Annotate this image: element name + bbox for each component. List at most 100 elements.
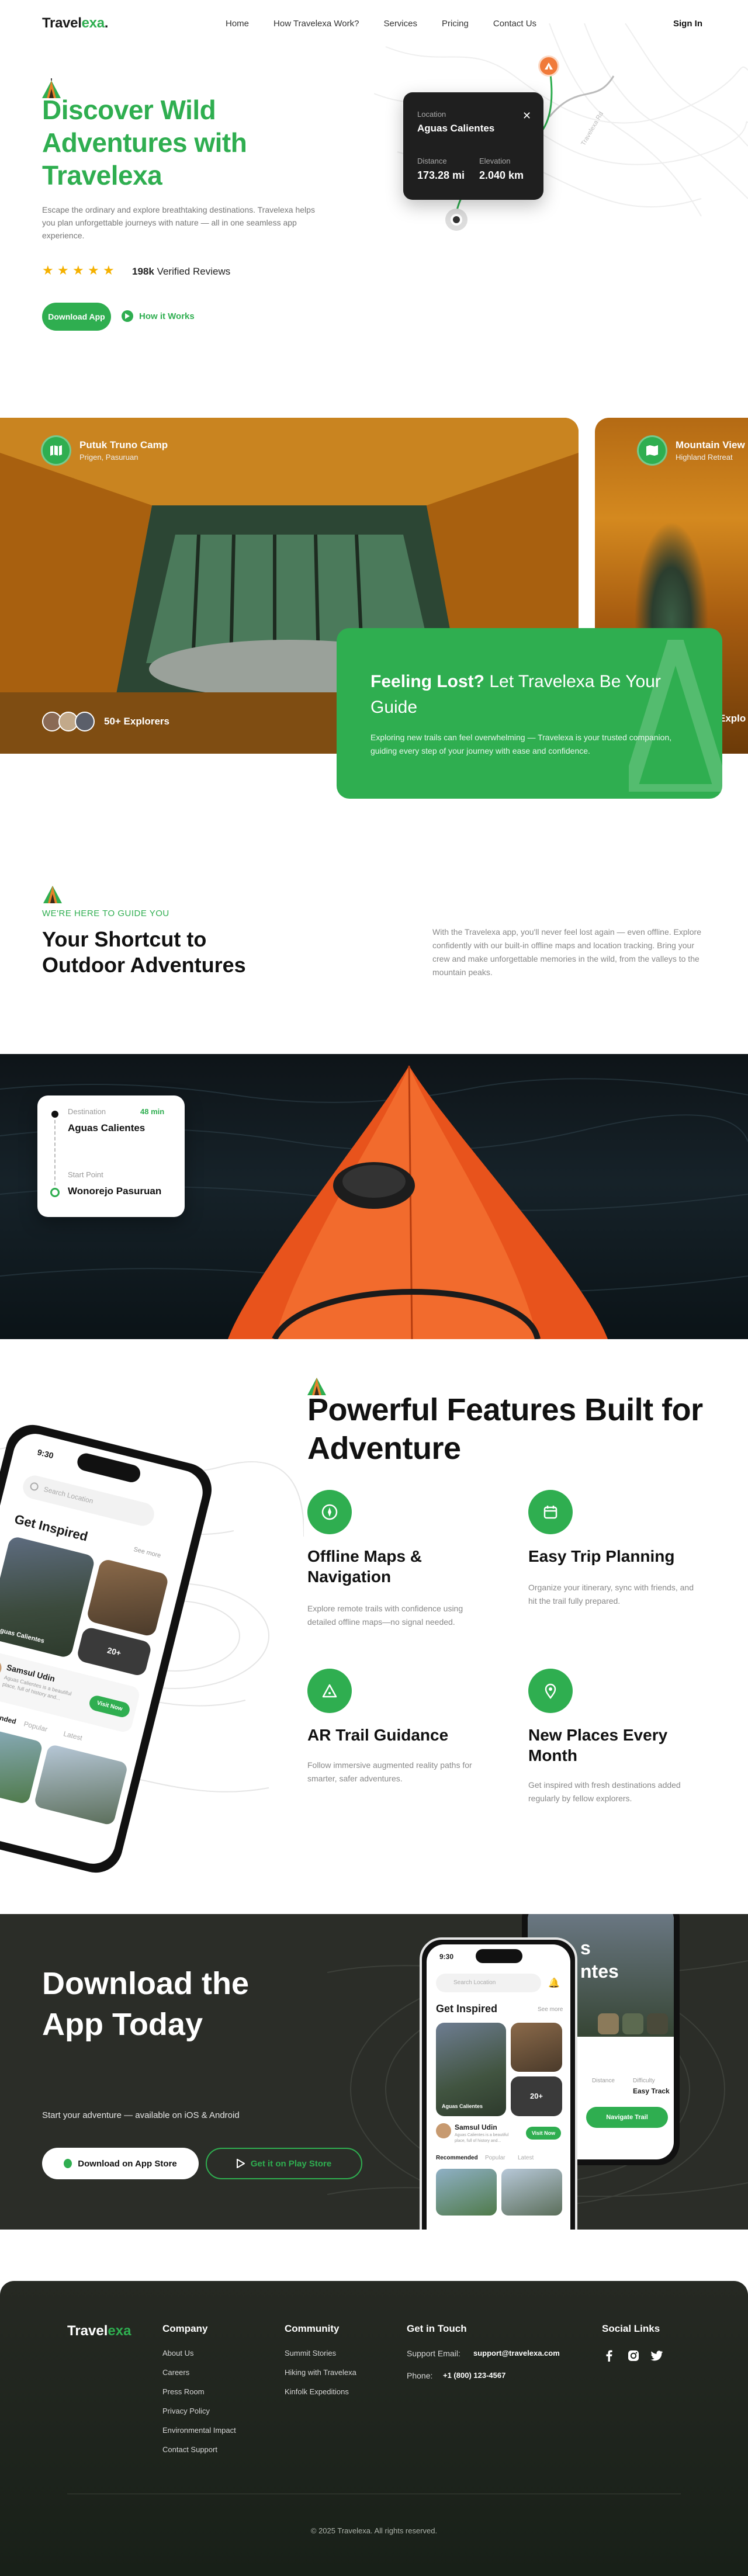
features-title: Powerful Features Built for Adventure (307, 1392, 703, 1466)
feature-desc-3: Follow immersive augmented reality paths… (307, 1760, 472, 1783)
footer-social-heading: Social Links (602, 2323, 660, 2334)
app-store-button[interactable]: Download on App Store (42, 2148, 199, 2179)
hero-title: Discover Wild Adventures with Travelexa (42, 95, 247, 190)
phone-label: Phone: (407, 2371, 433, 2380)
download-title: Download the App Today (42, 1966, 249, 2042)
brand-name-a: Travel (42, 15, 82, 31)
star-icon: ★ (72, 263, 84, 278)
phone-tab-recommended[interactable]: Recommended (436, 2155, 478, 2161)
destination-value: Aguas Calientes (68, 1122, 146, 1133)
phone-search-input[interactable]: Search Location (436, 1974, 541, 1992)
twitter-icon[interactable] (650, 2349, 664, 2363)
destination-dot-icon (51, 1111, 58, 1118)
camp-title-1: Putuk Truno Camp (79, 439, 168, 450)
start-label: Start Point (68, 1170, 103, 1179)
start-pin[interactable] (445, 209, 468, 231)
landing-page: Travelexa. Home How Travelexa Work? Serv… (0, 0, 748, 2576)
phone-notch (476, 1949, 522, 1963)
navigate-trail-button[interactable]: Navigate Trail (586, 2107, 668, 2128)
play-store-label: Get it on Play Store (250, 2158, 332, 2169)
feature-desc-2: Organize your itinerary, sync with frien… (528, 1583, 694, 1606)
download-subtitle: Start your adventure — available on iOS … (42, 2110, 240, 2120)
phone-card-1-label: Aguas Calientes (442, 2103, 483, 2109)
back-phone-item-a: Distance (592, 2078, 615, 2084)
star-icon: ★ (57, 263, 69, 278)
phone-rec-card-2[interactable] (33, 1743, 129, 1826)
phone-notch (75, 1451, 143, 1485)
bell-icon[interactable]: 🔔 (548, 1977, 560, 1989)
phone-tab-popular[interactable]: Popular (485, 2155, 505, 2161)
elevation-label: Elevation (479, 157, 511, 165)
start-value: Wonorejo Pasuruan (68, 1185, 162, 1197)
support-email-value[interactable]: support@travelexa.com (473, 2349, 560, 2357)
route-line (54, 1120, 56, 1185)
phone-card-count[interactable]: 20+ (511, 2076, 562, 2116)
phone-tab-latest[interactable]: Latest (518, 2155, 534, 2161)
back-phone-title-a: s (580, 1937, 591, 1958)
instagram-icon[interactable] (626, 2349, 640, 2363)
reviews-count: 198k (132, 266, 154, 277)
explorers-side-label: Explo (719, 713, 746, 724)
footer-link-support[interactable]: Contact Support (162, 2445, 217, 2454)
route-time: 48 min (140, 1107, 165, 1116)
footer-company-heading: Company (162, 2323, 208, 2334)
footer-contact-heading: Get in Touch (407, 2323, 467, 2334)
close-icon[interactable]: ✕ (522, 110, 531, 122)
facebook-icon[interactable] (602, 2349, 616, 2363)
how-it-works-label: How it Works (139, 311, 195, 321)
app-store-label: Download on App Store (78, 2158, 177, 2169)
phone-see-more[interactable]: See more (133, 1546, 161, 1559)
reviews-label: Verified Reviews (157, 266, 231, 277)
map-icon (637, 435, 667, 466)
download-section: s ntes Distance Difficulty Easy Track Na… (0, 1914, 748, 2230)
phone-screen-front: 9:30 Search Location 🔔 Get Inspired See … (427, 1944, 570, 2230)
phone-visit-button[interactable]: Visit Now (526, 2127, 561, 2140)
phone-tab-recommended[interactable]: Recommended (0, 1705, 17, 1725)
explorers-count: 50+ Explorers (42, 712, 169, 731)
play-store-icon (236, 2159, 245, 2168)
elevation-value: 2.040 km (479, 169, 524, 181)
destination-pin[interactable] (538, 56, 559, 77)
star-icon: ★ (42, 263, 54, 278)
phone-card-2[interactable] (85, 1558, 169, 1638)
route-card: Destination 48 min Aguas Calientes Start… (37, 1095, 185, 1217)
feature-title-4: New Places Every Month (528, 1726, 668, 1764)
back-phone-title-b: ntes (580, 1961, 619, 1982)
footer-link-privacy[interactable]: Privacy Policy (162, 2407, 210, 2415)
phone-tab-latest[interactable]: Latest (63, 1729, 83, 1742)
feature-desc-1: Explore remote trails with confidence us… (307, 1604, 463, 1627)
lost-description: Exploring new trails can feel overwhelmi… (370, 733, 672, 755)
phone-card-1[interactable] (436, 2023, 506, 2116)
phone-time: 9:30 (36, 1447, 55, 1461)
phone-rec-card-1[interactable] (436, 2169, 497, 2216)
footer-link-hiking[interactable]: Hiking with Travelexa (285, 2368, 356, 2377)
star-icon: ★ (103, 263, 115, 278)
phone-user-desc: Aguas Calientes is a beautiful place, fu… (455, 2133, 509, 2143)
footer-link-kinfolk[interactable]: Kinfolk Expeditions (285, 2387, 349, 2396)
phone-rec-card-2[interactable] (501, 2169, 562, 2216)
footer-brand-a: Travel (67, 2323, 108, 2339)
phone-card-2[interactable] (511, 2023, 562, 2072)
nav-link-how[interactable]: How Travelexa Work? (273, 19, 359, 29)
brand-logo[interactable]: Travelexa. (42, 15, 108, 32)
tent-icon (545, 63, 553, 70)
footer-link-press[interactable]: Press Room (162, 2387, 205, 2396)
brand-name-b: exa (81, 15, 105, 31)
brand-dot: . (104, 15, 109, 31)
feature-title-2: Easy Trip Planning (528, 1547, 675, 1565)
download-app-button[interactable]: Download App (42, 303, 111, 331)
footer-link-about[interactable]: About Us (162, 2349, 193, 2357)
nav-link-home[interactable]: Home (226, 19, 249, 29)
footer-link-environment[interactable]: Environmental Impact (162, 2426, 236, 2435)
play-store-button[interactable]: Get it on Play Store (206, 2148, 362, 2179)
phone-value[interactable]: +1 (800) 123-4567 (443, 2371, 505, 2380)
play-circle-icon (122, 310, 133, 322)
start-dot-icon (50, 1188, 60, 1197)
how-it-works-button[interactable]: How it Works (122, 310, 195, 322)
footer-logo[interactable]: Travelexa (67, 2323, 131, 2339)
footer-link-careers[interactable]: Careers (162, 2368, 189, 2377)
phone-tab-popular[interactable]: Popular (23, 1719, 49, 1733)
lost-title-bold: Feeling Lost? (370, 672, 484, 691)
footer-link-summit[interactable]: Summit Stories (285, 2349, 336, 2357)
phone-see-more[interactable]: See more (538, 2006, 563, 2013)
